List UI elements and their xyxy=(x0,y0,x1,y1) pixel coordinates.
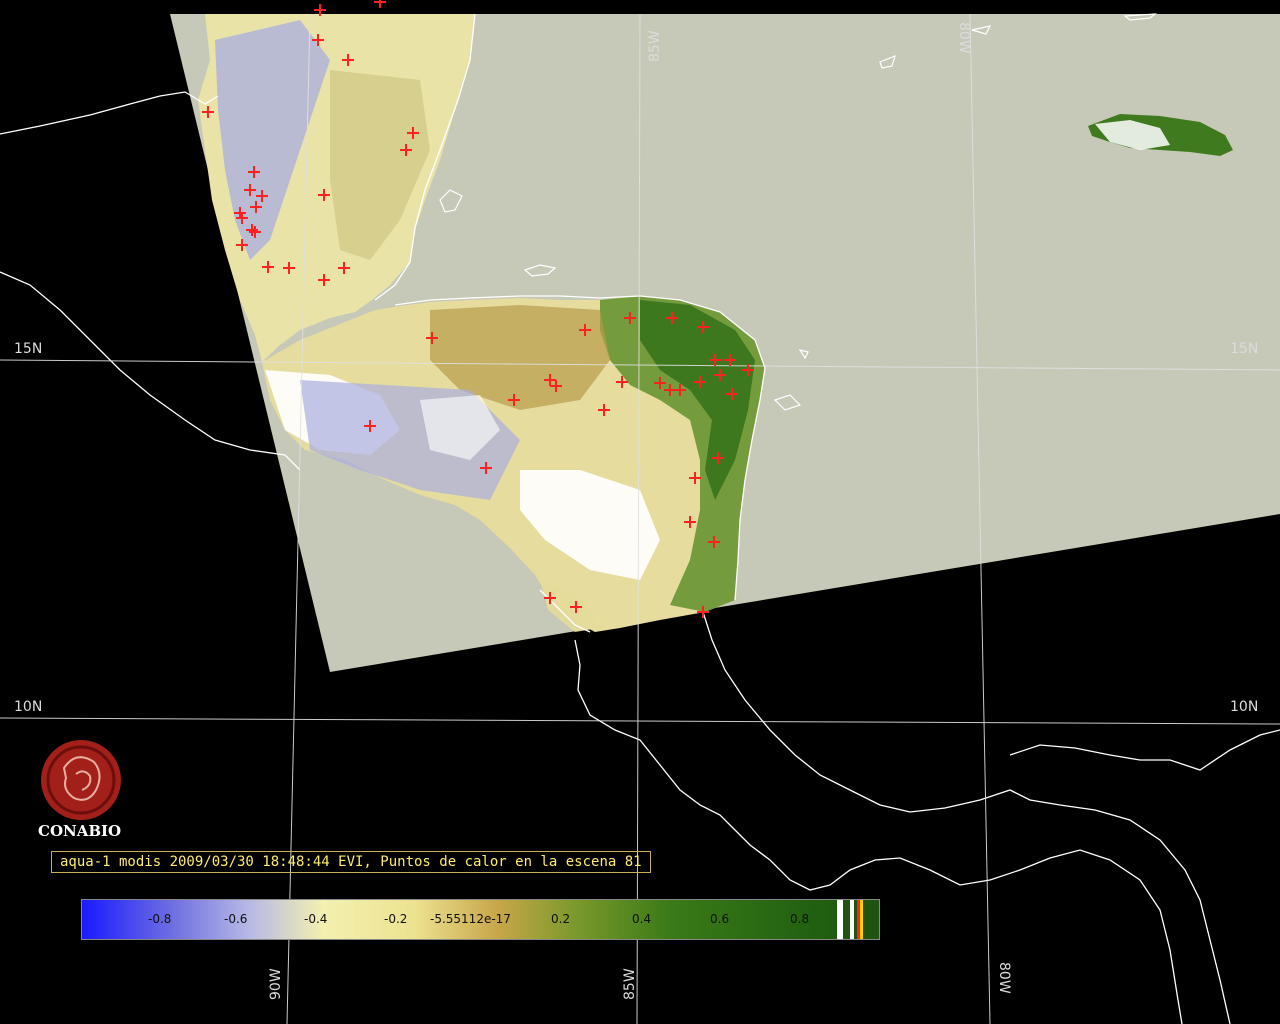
conabio-seal-icon xyxy=(41,740,121,820)
colorbar-tick: -5.55112e-17 xyxy=(430,912,511,926)
lon-label-bottom-90w: 90W xyxy=(268,968,284,1000)
colorbar-tick: 0.2 xyxy=(551,912,571,926)
lon-label-bottom-85w: 85W xyxy=(622,968,638,1000)
conabio-logo-text: CONABIO xyxy=(38,822,122,840)
colorbar-tick: 0.4 xyxy=(632,912,652,926)
colorbar-tick: -0.4 xyxy=(304,912,328,926)
colorbar-stripe-yellow xyxy=(860,900,863,939)
lon-label-bottom-80w: 80W xyxy=(996,962,1012,994)
scene-caption: aqua-1 modis 2009/03/30 18:48:44 EVI, Pu… xyxy=(51,851,651,873)
colorbar-tick: 0.8 xyxy=(790,912,810,926)
lat-label-right-15n: 15N xyxy=(1230,341,1259,357)
colorbar-tick: -0.2 xyxy=(384,912,408,926)
colorbar-stripe-white-2 xyxy=(850,900,854,939)
lon-label-top-85w: 85W xyxy=(647,30,663,62)
colorbar-tick: 0.6 xyxy=(710,912,730,926)
evi-colorbar: -0.8 -0.6 -0.4 -0.2 -5.55112e-17 0.2 0.4… xyxy=(81,899,880,940)
lat-label-right-10n: 10N xyxy=(1230,699,1259,715)
colorbar-stripe-white xyxy=(837,900,843,939)
lon-label-top-80w: 80W xyxy=(956,22,972,54)
lat-label-left-15n: 15N xyxy=(14,341,43,357)
lat-label-left-10n: 10N xyxy=(14,699,43,715)
colorbar-tick: -0.8 xyxy=(148,912,172,926)
colorbar-tick: -0.6 xyxy=(224,912,248,926)
